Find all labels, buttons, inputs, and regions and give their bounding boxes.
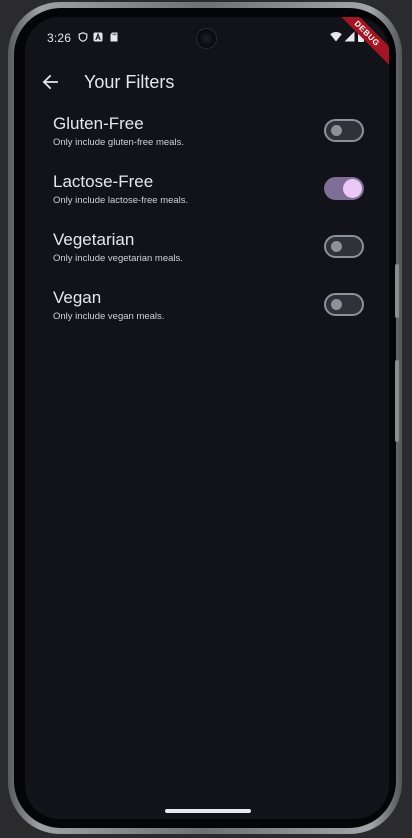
arrow-left-icon bbox=[42, 74, 58, 90]
shield-icon bbox=[78, 32, 88, 42]
home-indicator[interactable] bbox=[165, 809, 251, 813]
page-title: Your Filters bbox=[84, 72, 175, 92]
filter-row-vegetarian[interactable]: Vegetarian Only include vegetarian meals… bbox=[25, 230, 389, 276]
app-bar: Your Filters bbox=[25, 63, 389, 101]
switch-thumb bbox=[331, 299, 342, 310]
gluten-free-switch[interactable] bbox=[324, 119, 364, 142]
power-button bbox=[395, 360, 399, 442]
back-button[interactable] bbox=[35, 67, 65, 97]
sd-card-icon bbox=[110, 32, 118, 42]
vegan-switch[interactable] bbox=[324, 293, 364, 316]
filter-subtitle: Only include vegetarian meals. bbox=[53, 253, 183, 264]
switch-thumb bbox=[331, 125, 342, 136]
switch-thumb bbox=[343, 179, 362, 198]
status-time: 3:26 bbox=[47, 31, 72, 45]
text-a-icon bbox=[93, 32, 103, 42]
filter-row-lactose-free[interactable]: Lactose-Free Only include lactose-free m… bbox=[25, 172, 389, 218]
lactose-free-switch[interactable] bbox=[324, 177, 364, 200]
filter-title: Vegan bbox=[53, 288, 102, 307]
filter-title: Lactose-Free bbox=[53, 172, 154, 191]
vegetarian-switch[interactable] bbox=[324, 235, 364, 258]
filter-subtitle: Only include vegan meals. bbox=[53, 311, 165, 322]
wifi-icon bbox=[330, 32, 342, 42]
switch-thumb bbox=[331, 241, 342, 252]
filter-subtitle: Only include gluten-free meals. bbox=[53, 137, 184, 148]
front-camera bbox=[196, 28, 217, 49]
filter-title: Vegetarian bbox=[53, 230, 135, 249]
status-bar: 3:26 DEBUG bbox=[25, 17, 389, 73]
volume-button bbox=[395, 264, 399, 318]
signal-icon bbox=[344, 31, 355, 42]
filter-row-gluten-free[interactable]: Gluten-Free Only include gluten-free mea… bbox=[25, 114, 389, 160]
filter-row-vegan[interactable]: Vegan Only include vegan meals. bbox=[25, 288, 389, 334]
screen: 3:26 DEBUG Your Filters Gluten-Free Only… bbox=[25, 17, 389, 819]
filter-title: Gluten-Free bbox=[53, 114, 144, 133]
filter-subtitle: Only include lactose-free meals. bbox=[53, 195, 189, 206]
